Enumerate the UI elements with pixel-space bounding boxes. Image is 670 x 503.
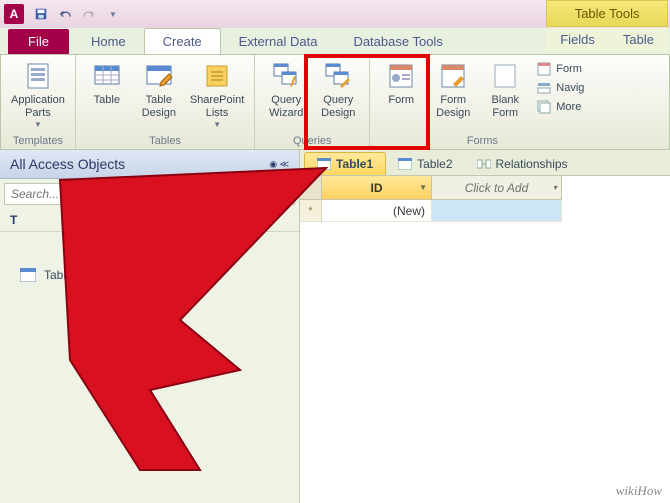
search-input[interactable] [4,183,295,205]
group-templates: Application Parts ▼ Templates [1,55,76,149]
qat-dropdown-icon[interactable]: ▼ [102,3,124,25]
query-design-icon [322,60,354,92]
ribbon: Application Parts ▼ Templates Table Tabl… [0,54,670,150]
query-design-label: Query Design [321,94,355,120]
doc-tab-table1[interactable]: Table1 [304,152,386,175]
table-design-label: Table Design [142,94,176,120]
form-button[interactable]: Form [376,58,426,109]
tab-fields[interactable]: Fields [546,27,609,52]
doc-tab-relationships[interactable]: Relationships [465,153,580,175]
nav-header-label: All Access Objects [10,156,125,172]
navigation-pane: All Access Objects ◉ ≪ T Table [0,150,300,503]
cell-id-new[interactable]: (New) [322,200,432,222]
nav-search [4,183,295,205]
sharepoint-lists-button[interactable]: SharePoint Lists ▼ [186,58,248,131]
undo-icon[interactable] [54,3,76,25]
nav-item-table[interactable]: Table [0,262,299,288]
nav-header[interactable]: All Access Objects ◉ ≪ [0,150,299,179]
doc-tab-label: Relationships [496,157,568,171]
more-forms-button[interactable]: More [534,98,586,116]
contextual-table-tools: Table Tools Fields Table [546,0,668,54]
blank-form-label: Blank Form [492,94,520,120]
table-icon [317,158,331,170]
file-tab[interactable]: File [8,29,69,54]
query-wizard-icon [270,60,302,92]
sharepoint-label: SharePoint Lists [190,94,244,120]
datasheet: ID ▼ Click to Add ▾ * (New) [300,176,670,503]
cell-add-new[interactable] [432,200,562,222]
table-button[interactable]: Table [82,58,132,109]
table-icon [398,158,412,170]
doc-tab-label: Table2 [417,157,452,171]
navigation-icon [536,80,552,96]
nav-section-tables[interactable]: T [0,209,299,232]
blank-form-button[interactable]: Blank Form [480,58,530,122]
group-label-tables: Tables [82,134,248,148]
column-header-id[interactable]: ID ▼ [322,176,432,200]
blank-form-icon [489,60,521,92]
chevron-down-icon[interactable]: ▼ [419,183,427,192]
group-queries: Query Wizard Query Design Queries [255,55,370,149]
document-tabs: Table1 Table2 Relationships [300,150,670,176]
group-label-queries: Queries [261,134,363,148]
tab-home[interactable]: Home [73,29,144,54]
sharepoint-icon [201,60,233,92]
relationships-icon [477,158,491,170]
nav-item-label: Table [44,268,73,282]
tab-table[interactable]: Table [609,27,668,52]
group-label-forms: Forms [376,134,588,148]
redo-icon[interactable] [78,3,100,25]
watermark: wikiHow [616,483,662,499]
workspace: All Access Objects ◉ ≪ T Table Table1 Ta… [0,150,670,503]
app-icon: A [4,4,24,24]
form-label: Form [388,94,414,107]
form-icon [385,60,417,92]
application-parts-button[interactable]: Application Parts ▼ [7,58,69,131]
save-icon[interactable] [30,3,52,25]
chevron-down-icon[interactable]: ▾ [553,183,557,192]
navigation-label: Navig [556,82,584,94]
query-wizard-button[interactable]: Query Wizard [261,58,311,122]
form-design-button[interactable]: Form Design [428,58,478,122]
more-forms-label: More [556,101,581,113]
tab-external-data[interactable]: External Data [221,29,336,54]
form-wizard-label: Form [556,63,582,75]
table-icon [20,268,36,282]
form-wizard-button[interactable]: Form [534,60,586,78]
application-parts-icon [22,60,54,92]
group-tables: Table Table Design SharePoint Lists ▼ Ta… [76,55,255,149]
column-header-label: Click to Add [465,181,529,195]
ribbon-tabstrip: File Home Create External Data Database … [0,28,670,54]
form-design-label: Form Design [436,94,470,120]
query-wizard-label: Query Wizard [269,94,303,120]
select-all-cell[interactable] [300,176,322,200]
navigation-button[interactable]: Navig [534,79,586,97]
form-design-icon [437,60,469,92]
nav-dropdown-icon[interactable]: ◉ ≪ [269,159,289,170]
column-header-add[interactable]: Click to Add ▾ [432,176,562,200]
row-selector-new[interactable]: * [300,200,322,222]
application-parts-label: Application Parts [11,94,65,120]
doc-tab-label: Table1 [336,157,373,171]
table-design-icon [143,60,175,92]
column-header-label: ID [371,181,383,195]
table-design-button[interactable]: Table Design [134,58,184,122]
doc-tab-table2[interactable]: Table2 [386,153,464,175]
table-icon [91,60,123,92]
query-design-button[interactable]: Query Design [313,58,363,122]
group-label-templates: Templates [7,134,69,148]
table-label: Table [94,94,120,107]
more-forms-icon [536,99,552,115]
tab-database-tools[interactable]: Database Tools [335,29,460,54]
contextual-title: Table Tools [546,0,668,27]
group-forms: Form Form Design Blank Form Form [370,55,594,149]
tab-create[interactable]: Create [144,28,221,54]
form-wizard-icon [536,61,552,77]
document-area: Table1 Table2 Relationships ID ▼ Click t… [300,150,670,503]
